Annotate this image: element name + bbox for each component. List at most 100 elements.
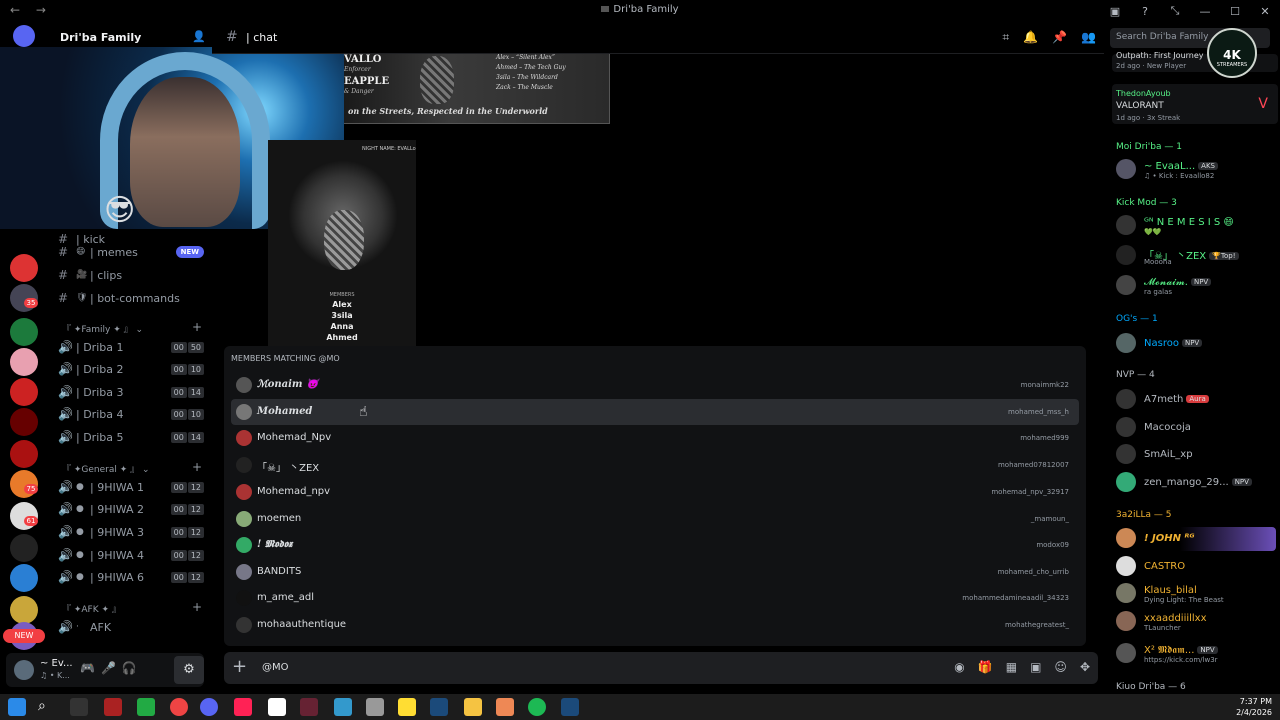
avatar[interactable]: [14, 660, 34, 680]
category-afk[interactable]: 『 ✦AFK ✦ 』 +: [62, 600, 210, 616]
member-row[interactable]: Klaus_bilal Dying Light: The Beast: [1116, 582, 1276, 606]
member-row[interactable]: ! JOHN ᴿᴳ: [1116, 527, 1276, 551]
member-row[interactable]: Macocoja: [1116, 416, 1276, 440]
member-row[interactable]: xxaaddiiillxx TLauncher: [1116, 610, 1276, 634]
server-icon[interactable]: [10, 378, 38, 406]
server-icon[interactable]: [10, 596, 38, 624]
voice-channel[interactable]: 🔊 ● | 9HIWA 3 00 12: [58, 522, 208, 542]
member-row[interactable]: 𝓜𝓸𝓷𝓪𝓲𝓶. NPV ra galas: [1116, 274, 1276, 298]
poster-image[interactable]: VALLO Enforcer EAPPLE & Danger Alex – “S…: [344, 54, 610, 124]
threads-icon[interactable]: ⌗: [1002, 30, 1009, 45]
bell-icon[interactable]: 🔔: [1023, 30, 1038, 45]
minimize-button[interactable]: —: [1190, 5, 1220, 18]
category-family[interactable]: 『 ✦Family ✦ 』 ⌄ +: [62, 320, 210, 336]
voice-channel[interactable]: 🔊 | Driba 3 00 14: [58, 382, 208, 402]
activity-card[interactable]: ThedonAyoub VALORANT 1d ago · 3x Streak …: [1112, 84, 1278, 124]
task-view-icon[interactable]: [70, 698, 88, 716]
discord-home-icon[interactable]: [13, 25, 35, 47]
voice-channel[interactable]: 🔊 | Driba 2 00 10: [58, 359, 208, 379]
server-icon[interactable]: [10, 318, 38, 346]
clock[interactable]: 7:37 PM 2/4/2026: [1236, 696, 1272, 718]
windows-start-icon[interactable]: [8, 698, 26, 716]
server-icon[interactable]: [10, 254, 38, 282]
sticker-icon[interactable]: ▣: [1030, 660, 1041, 674]
chrome-icon[interactable]: [170, 698, 188, 716]
app-launcher-icon[interactable]: ◉: [954, 660, 964, 674]
server-icon[interactable]: [10, 348, 38, 376]
autocomplete-row[interactable]: ! 𝕸𝖔𝖉𝖔𝖝 modox09: [231, 532, 1079, 558]
member-row[interactable]: SmAiL_xp: [1116, 443, 1276, 467]
server-icon[interactable]: [10, 440, 38, 468]
gif-icon[interactable]: ▦: [1006, 660, 1017, 674]
member-row[interactable]: X² 𝕸𝖉𝖆𝖒... NPV https://kick.com/lw3r: [1116, 642, 1276, 666]
member-row[interactable]: A7meth Aura: [1116, 388, 1276, 412]
member-row[interactable]: CASTRO: [1116, 555, 1276, 579]
attach-plus-icon[interactable]: +: [232, 656, 247, 677]
app-icon[interactable]: [137, 698, 155, 716]
steam-icon[interactable]: [430, 698, 448, 716]
app-icon[interactable]: [366, 698, 384, 716]
spotify-icon[interactable]: [528, 698, 546, 716]
apps-icon[interactable]: ✥: [1080, 660, 1090, 674]
autocomplete-row[interactable]: ℳonaim 😈 monaimmk22: [231, 372, 1079, 398]
autocomplete-row[interactable]: Mohemad_Npv mohamed999: [231, 425, 1079, 451]
voice-channel[interactable]: 🔊 ● | 9HIWA 4 00 12: [58, 545, 208, 565]
notes-icon[interactable]: [398, 698, 416, 716]
gift-icon[interactable]: 🎁: [978, 660, 993, 674]
steam-icon[interactable]: [561, 698, 579, 716]
member-row[interactable]: ~ EvaaL... AKS ♫ • Kick : Evaallo82: [1116, 158, 1276, 182]
poster-image[interactable]: NIGHT NAME: EVALLo MEMBERS Alex 3sila An…: [268, 140, 416, 346]
app-icon[interactable]: [104, 698, 122, 716]
channel-memes[interactable]: # 😄 | memes NEW: [58, 242, 208, 262]
maximize-button[interactable]: ☐: [1220, 5, 1250, 18]
settings-gear-icon[interactable]: ⚙: [174, 656, 204, 684]
message-text[interactable]: @MO: [262, 662, 289, 673]
emoji-icon[interactable]: ☺: [1054, 660, 1067, 674]
inbox-icon[interactable]: ▣: [1100, 5, 1130, 18]
autocomplete-row[interactable]: m_ame_adl mohammedamineaadil_34323: [231, 585, 1079, 611]
message-input[interactable]: + @MO ◉ 🎁 ▦ ▣ ☺ ✥: [224, 652, 1098, 684]
channel-clips[interactable]: # 🎥 | clips: [58, 265, 208, 285]
discord-taskbar-icon[interactable]: [200, 698, 218, 716]
app-icon[interactable]: [496, 698, 514, 716]
search-icon[interactable]: ⌕: [38, 698, 56, 716]
members-icon[interactable]: 👥: [1081, 30, 1096, 45]
pin-window-icon[interactable]: ⤡: [1160, 4, 1190, 18]
autocomplete-row[interactable]: moemen _mamoun_: [231, 506, 1079, 532]
app-icon[interactable]: [334, 698, 352, 716]
member-row[interactable]: Nasroo NPV: [1116, 332, 1276, 356]
headphones-icon[interactable]: 🎧: [122, 661, 137, 675]
add-channel-icon[interactable]: +: [192, 460, 202, 474]
gamepad-icon[interactable]: 🎮: [80, 661, 95, 675]
app-icon[interactable]: [268, 698, 286, 716]
voice-channel[interactable]: 🔊 | Driba 1 00 50: [58, 337, 208, 357]
add-user-icon[interactable]: 👤: [192, 30, 206, 43]
add-channel-icon[interactable]: +: [192, 320, 202, 334]
microphone-icon[interactable]: 🎤: [101, 661, 116, 675]
pin-icon[interactable]: 📌: [1052, 30, 1067, 45]
autocomplete-row[interactable]: Mohemad_npv mohemad_npv_32917: [231, 479, 1079, 505]
member-row[interactable]: 「☠」 丶ZEX 🏆Top! Moooha: [1116, 244, 1276, 268]
channel-bot-commands[interactable]: # 🛡 | bot-commands: [58, 288, 208, 308]
close-button[interactable]: ✕: [1250, 5, 1280, 18]
voice-channel[interactable]: 🔊 | Driba 4 00 10: [58, 404, 208, 424]
member-row[interactable]: ᴳᴺ N E M E S I S 😄 💚💚: [1116, 214, 1276, 238]
voice-channel[interactable]: 🔊 ● | 9HIWA 1 00 12: [58, 477, 208, 497]
voice-channel[interactable]: 🔊 ● | 9HIWA 2 00 12: [58, 499, 208, 519]
add-channel-icon[interactable]: +: [192, 600, 202, 614]
autocomplete-row[interactable]: mohaauthentique mohathegreatest_: [231, 612, 1079, 638]
server-icon[interactable]: [10, 564, 38, 592]
category-general[interactable]: 『 ✦General ✦ 』 ⌄ +: [62, 460, 210, 476]
server-icon[interactable]: [10, 408, 38, 436]
help-icon[interactable]: ?: [1130, 5, 1160, 18]
server-icon[interactable]: [10, 534, 38, 562]
autocomplete-row[interactable]: BANDITS mohamed_cho_urrib: [231, 559, 1079, 585]
file-explorer-icon[interactable]: [464, 698, 482, 716]
member-row[interactable]: zen_mango_29... NPV: [1116, 471, 1276, 495]
autocomplete-row[interactable]: 「☠」 丶ZEX mohamed07812007: [231, 452, 1079, 478]
brave-icon[interactable]: [234, 698, 252, 716]
channel-afk[interactable]: 🔊 · AFK: [58, 617, 208, 637]
voice-channel[interactable]: 🔊 ● | 9HIWA 6 00 12: [58, 567, 208, 587]
voice-channel[interactable]: 🔊 | Driba 5 00 14: [58, 427, 208, 447]
app-icon[interactable]: [300, 698, 318, 716]
